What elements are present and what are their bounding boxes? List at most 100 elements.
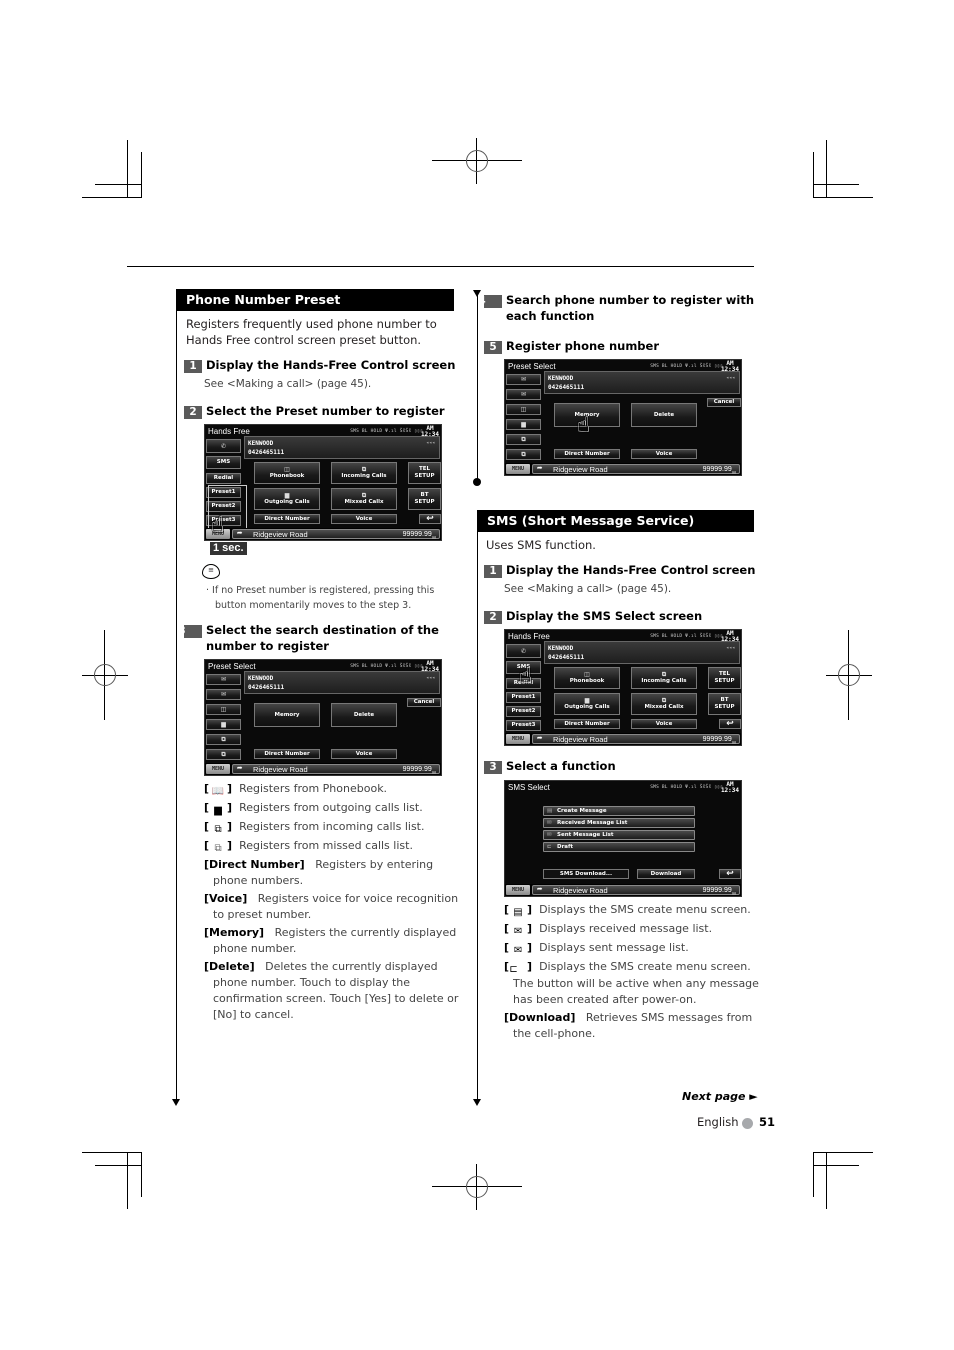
turn-right-icon: ➦ xyxy=(237,529,243,539)
header-rule xyxy=(127,266,754,267)
incoming-calls-button[interactable]: ⧉ Incoming Calls xyxy=(331,462,397,484)
preset-select-memory-screen: Preset Select SMS BL HOLD Ψ.ıl ŠšŠš ▯▯▯ … xyxy=(504,359,742,476)
note-icon: ≡ xyxy=(202,564,220,579)
missed-calls-button[interactable]: ⧉ Mixxed Callx xyxy=(631,693,697,715)
draft-item[interactable]: ⊏ Draft xyxy=(543,842,695,852)
cancel-button[interactable]: Cancel xyxy=(707,398,741,407)
direct-number-button[interactable]: Direct Number xyxy=(254,749,320,759)
return-button[interactable]: ↩ xyxy=(419,514,441,524)
create-message-side-button[interactable]: ✉ xyxy=(506,374,541,385)
preset3-button[interactable]: Preset3 xyxy=(506,720,541,731)
bt-setup-button[interactable]: BT SETUP xyxy=(408,488,441,510)
call-button[interactable]: ✆ xyxy=(206,439,241,453)
return-button[interactable]: ↩ xyxy=(719,719,741,729)
crop-mark xyxy=(127,140,128,197)
delete-button[interactable]: Delete xyxy=(631,403,697,427)
sms-step-1: 1 Display the Hands-Free Control screen xyxy=(484,562,755,578)
step-3: 3 Select the search destination of the nu… xyxy=(178,623,439,653)
pointing-hand-icon: ☝ xyxy=(211,513,225,538)
desc-memory: [Memory] Registers the currently display… xyxy=(204,926,457,955)
voice-button[interactable]: Voice xyxy=(331,514,397,524)
sms-download-button[interactable]: SMS Download... xyxy=(543,869,629,879)
outgoing-calls-button[interactable]: ▆ Outgoing Calls xyxy=(254,488,320,510)
registration-mark-bottom xyxy=(432,1164,522,1210)
next-page-link[interactable]: Next page ► xyxy=(682,1090,758,1103)
incoming-calls-button[interactable]: ⧉ Incoming Calls xyxy=(631,667,697,689)
incoming-side-button[interactable]: ⧉ xyxy=(206,734,241,745)
crop-mark xyxy=(813,184,859,185)
outgoing-side-button[interactable]: ▆ xyxy=(206,719,241,730)
status-icons: SMS BL HOLD Ψ.ıl ŠšŠš ▯▯▯ xyxy=(350,429,423,434)
tel-setup-button[interactable]: TEL SETUP xyxy=(408,462,441,484)
envelope-icon: ✉ xyxy=(220,691,227,698)
note-text: · If no Preset number is registered, pre… xyxy=(206,585,435,611)
missed-side-button[interactable]: ⧉ xyxy=(206,749,241,760)
pointing-hand-icon: ☝ xyxy=(577,413,591,438)
direct-number-button[interactable]: Direct Number xyxy=(554,449,620,459)
missed-calls-button[interactable]: ⧉ Mixxed Callx xyxy=(331,488,397,510)
envelope-icon: ✉ xyxy=(520,376,527,383)
call-button[interactable]: ✆ xyxy=(506,644,541,658)
message-side-button[interactable]: ✉ xyxy=(206,689,241,700)
sent-message-icon: ✉ xyxy=(513,945,523,956)
phonebook-side-button[interactable]: ◫ xyxy=(506,404,541,415)
preset2-button[interactable]: Preset2 xyxy=(506,706,541,717)
bt-setup-button[interactable]: BT SETUP xyxy=(708,693,741,715)
missed-side-button[interactable]: ⧉ xyxy=(506,449,541,460)
create-message-side-button[interactable]: ✉ xyxy=(206,674,241,685)
missed-calls-icon: ⧉ xyxy=(214,843,222,854)
crop-mark xyxy=(826,140,827,197)
crop-mark xyxy=(813,152,814,197)
tel-setup-button[interactable]: TEL SETUP xyxy=(708,667,741,689)
message-side-button[interactable]: ✉ xyxy=(506,389,541,400)
desc-sent-message: [✉] Displays sent message list. xyxy=(504,941,689,956)
direct-number-button[interactable]: Direct Number xyxy=(254,514,320,524)
flow-line-right-top xyxy=(477,290,478,482)
missed-calls-icon: ⧉ xyxy=(361,492,367,499)
turn-right-icon: ➦ xyxy=(537,734,543,744)
phonebook-button[interactable]: ◫ Phonebook xyxy=(554,667,620,689)
crop-mark xyxy=(141,152,142,197)
section-title-phone-number-preset: Phone Number Preset xyxy=(177,289,454,311)
missed-calls-icon: ⧉ xyxy=(661,697,667,704)
sent-message-list-item[interactable]: ✉ Sent Message List xyxy=(543,830,695,840)
phonebook-button[interactable]: ◫ Phonebook xyxy=(254,462,320,484)
voice-button[interactable]: Voice xyxy=(631,719,697,729)
crop-mark xyxy=(813,1165,859,1166)
crop-mark xyxy=(813,1152,873,1153)
crop-mark xyxy=(813,197,873,198)
incoming-calls-icon: ⧉ xyxy=(521,436,526,443)
sms-button[interactable]: SMS xyxy=(206,456,241,469)
redial-button[interactable]: Redial xyxy=(206,473,241,484)
outgoing-side-button[interactable]: ▆ xyxy=(506,419,541,430)
download-button[interactable]: Download xyxy=(637,869,695,879)
received-message-list-item[interactable]: ✉ Received Message List xyxy=(543,818,695,828)
step-4: 4 Search phone number to register with ea… xyxy=(478,293,755,323)
hands-free-screen: Hands Free SMS BL HOLD Ψ.ıl ŠšŠš ▯▯▯ AM 1… xyxy=(204,424,442,541)
registration-mark-top xyxy=(432,138,522,184)
preset1-button[interactable]: Preset1 xyxy=(506,692,541,703)
envelope-icon: ✉ xyxy=(220,676,227,683)
create-message-item[interactable]: ▤ Create Message xyxy=(543,806,695,816)
phonebook-icon: ◫ xyxy=(584,671,590,678)
draft-icon: ⊏ xyxy=(509,964,518,975)
return-button[interactable]: ↩ xyxy=(719,869,741,879)
incoming-side-button[interactable]: ⧉ xyxy=(506,434,541,445)
desc-delete: [Delete] Deletes the currently displayed… xyxy=(204,960,459,1021)
memory-button[interactable]: Memory xyxy=(254,703,320,727)
contact-display: KENWOOD 0426465111 ◂◂◂ xyxy=(244,436,440,459)
crop-mark xyxy=(127,1152,128,1209)
voice-button[interactable]: Voice xyxy=(631,449,697,459)
cancel-button[interactable]: Cancel xyxy=(407,698,441,707)
distance: 99999.99mi xyxy=(402,531,436,540)
page-number: 51 xyxy=(759,1115,776,1129)
outgoing-calls-button[interactable]: ▆ Outgoing Calls xyxy=(554,693,620,715)
direct-number-button[interactable]: Direct Number xyxy=(554,719,620,729)
phonebook-side-button[interactable]: ◫ xyxy=(206,704,241,715)
delete-button[interactable]: Delete xyxy=(331,703,397,727)
missed-calls-icon: ⧉ xyxy=(221,751,226,758)
return-arrow-icon: ↩ xyxy=(726,718,734,729)
draft-icon: ⊏ xyxy=(547,844,552,850)
envelope-icon: ✉ xyxy=(520,391,527,398)
voice-button[interactable]: Voice xyxy=(331,749,397,759)
